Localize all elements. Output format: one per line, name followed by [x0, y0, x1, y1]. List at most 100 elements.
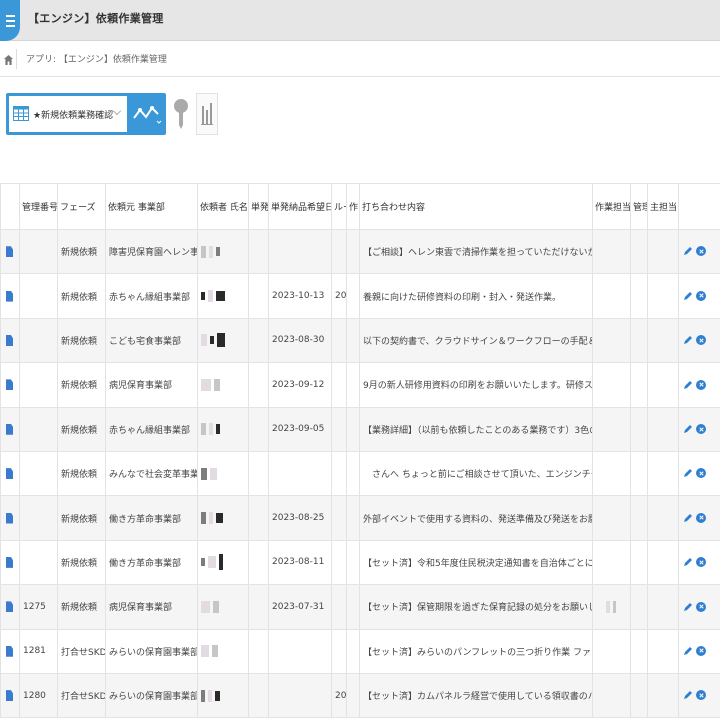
document-icon[interactable] [6, 423, 13, 435]
breadcrumb-divider [16, 49, 17, 69]
breadcrumb-bar: アプリ: 【エンジン】依頼作業管理 [0, 41, 720, 77]
delete-circle-icon[interactable] [696, 645, 706, 656]
cell-routine [331, 628, 347, 674]
cell-delivery-date: 2023-08-11 [268, 539, 332, 586]
table-row[interactable]: 新規依頼 こども宅食事業部 2023-08-30 以下の契約書で、クラウドサイン… [0, 317, 720, 364]
cell-phase: 新規依頼 [57, 539, 106, 586]
col-header-dept[interactable]: 依頼元 事業部 [105, 183, 198, 230]
cell-routine [331, 450, 347, 497]
table-row[interactable]: 新規依頼 働き方革命事業部 2023-08-25 外部イベントで使用する資料の、… [0, 495, 720, 541]
document-icon[interactable] [6, 690, 13, 702]
pencil-icon[interactable] [683, 513, 693, 523]
table-row[interactable]: 新規依頼 障害児保育園ヘレン事業部 【ご相談】ヘレン東雲で清掃作業を担っていただ… [0, 228, 720, 275]
col-header-phase[interactable]: フェーズ [57, 183, 106, 230]
home-icon[interactable] [4, 55, 13, 65]
cell-id: 1275 [19, 584, 58, 630]
document-icon[interactable] [6, 645, 13, 657]
record-list: 管理番号 フェーズ 依頼元 事業部 依頼者 氏名 単発 単発納品希望日 ルー 作… [0, 183, 720, 720]
col-header-manager[interactable]: 管理 [630, 183, 648, 230]
col-header-requester[interactable]: 依頼者 氏名 [197, 183, 249, 230]
cell-requester [197, 406, 249, 452]
filter-funnel-icon[interactable] [168, 93, 194, 135]
delete-circle-icon[interactable] [696, 335, 706, 346]
table-row[interactable]: 新規依頼 赤ちゃん縁組事業部 2023-10-13 202 養親に向けた研修資料… [0, 273, 720, 319]
col-header-select [0, 183, 20, 230]
delete-circle-icon[interactable] [696, 246, 706, 257]
table-row[interactable]: 新規依頼 病児保育事業部 2023-09-12 9月の新人研修用資料の印刷をお願… [0, 362, 720, 408]
pencil-icon[interactable] [683, 380, 693, 390]
cell-dept: 赤ちゃん縁組事業部 [105, 273, 198, 319]
pencil-icon[interactable] [683, 246, 693, 256]
table-row[interactable]: 新規依頼 赤ちゃん縁組事業部 2023-09-05 【業務詳細】（以前も依頼した… [0, 406, 720, 452]
pencil-icon[interactable] [683, 424, 693, 434]
cell-requester [197, 628, 249, 674]
delete-circle-icon[interactable] [696, 468, 706, 479]
view-name: ★新規依頼業務確認 [33, 111, 114, 121]
table-row[interactable]: 1281 打合せSKD済 みらいの保育園事業部 【セット済】みらいのパンフレット… [0, 628, 720, 674]
cell-requester [197, 228, 249, 275]
pencil-icon[interactable] [683, 291, 693, 301]
cell-meeting-content: 【ご相談】ヘレン東雲で清掃作業を担っていただけないかの相談です。… [359, 228, 593, 275]
cell-id [19, 539, 58, 586]
col-header-worker[interactable]: 作業担当 [592, 183, 631, 230]
cell-dept: 病児保育事業部 [105, 584, 198, 630]
view-selector[interactable]: ★新規依頼業務確認 [6, 93, 166, 135]
col-header-single[interactable]: 単発 [248, 183, 269, 230]
cell-worker [592, 584, 631, 630]
cell-delivery-date [268, 228, 332, 275]
cell-routine [331, 228, 347, 275]
pencil-icon[interactable] [683, 468, 693, 478]
pencil-icon[interactable] [683, 646, 693, 656]
document-icon[interactable] [6, 334, 13, 346]
document-icon[interactable] [6, 556, 13, 568]
cell-requester [197, 450, 249, 497]
cell-dept: こども宅食事業部 [105, 317, 198, 364]
document-icon[interactable] [6, 512, 13, 524]
document-icon[interactable] [6, 379, 13, 391]
col-header-lead[interactable]: 主担当 [647, 183, 679, 230]
document-icon[interactable] [6, 290, 13, 302]
cell-delivery-date: 2023-07-31 [268, 584, 332, 630]
delete-circle-icon[interactable] [696, 601, 706, 612]
cell-phase: 新規依頼 [57, 584, 106, 630]
line-graph-icon[interactable] [131, 100, 163, 128]
col-header-meeting-content[interactable]: 打ち合わせ内容 [359, 183, 593, 230]
col-header-id[interactable]: 管理番号 [19, 183, 58, 230]
col-header-routine[interactable]: ルー [331, 183, 347, 230]
pencil-icon[interactable] [683, 602, 693, 612]
cell-routine [331, 539, 347, 586]
table-row[interactable]: 新規依頼 働き方革命事業部 2023-08-11 【セット済】令和5年度住民税決… [0, 539, 720, 586]
record-table: 管理番号 フェーズ 依頼元 事業部 依頼者 氏名 単発 単発納品希望日 ルー 作… [0, 183, 720, 719]
cell-routine: 202 [331, 672, 347, 719]
cell-requester [197, 584, 249, 630]
document-icon[interactable] [6, 246, 13, 258]
document-icon[interactable] [6, 601, 13, 613]
table-row[interactable]: 1275 新規依頼 病児保育事業部 2023-07-31 【セット済】保管期限を… [0, 584, 720, 630]
delete-circle-icon[interactable] [696, 290, 706, 301]
delete-circle-icon[interactable] [696, 557, 706, 568]
col-header-work[interactable]: 作 [346, 183, 360, 230]
pencil-icon[interactable] [683, 335, 693, 345]
pencil-icon[interactable] [683, 557, 693, 567]
pencil-icon[interactable] [683, 690, 693, 700]
cell-delivery-date: 2023-09-12 [268, 362, 332, 408]
delete-circle-icon[interactable] [696, 424, 706, 434]
cell-routine [331, 317, 347, 364]
cell-requester [197, 362, 249, 408]
cell-phase: 新規依頼 [57, 495, 106, 541]
cell-meeting-content: 【セット済】令和5年度住民税決定通知書を自治体ごとにファイリングを… [359, 539, 593, 586]
delete-circle-icon[interactable] [696, 379, 706, 390]
delete-circle-icon[interactable] [696, 512, 706, 523]
hamburger-icon[interactable] [0, 0, 20, 41]
cell-requester [197, 672, 249, 719]
delete-circle-icon[interactable] [696, 690, 706, 701]
cell-meeting-content: さんへ ちょっと前にご相談させて頂いた、エンジンチームへのお仕… [359, 450, 593, 497]
table-row[interactable]: 新規依頼 みんなで社会変革事業部 さんへ ちょっと前にご相談させて頂いた、エンジ… [0, 450, 720, 497]
cell-meeting-content: 【業務詳細】（以前も依頼したことのある業務です）3色の付箋を20枚ず… [359, 406, 593, 452]
view-dropdown[interactable]: ★新規依頼業務確認 [9, 96, 127, 132]
bar-chart-button[interactable] [196, 93, 218, 135]
document-icon[interactable] [6, 468, 13, 480]
table-row[interactable]: 1280 打合せSKD済 みらいの保育園事業部 202 【セット済】カムパネルラ… [0, 672, 720, 719]
breadcrumb[interactable]: アプリ: 【エンジン】依頼作業管理 [26, 52, 167, 65]
col-header-delivery-date[interactable]: 単発納品希望日 [268, 183, 332, 230]
